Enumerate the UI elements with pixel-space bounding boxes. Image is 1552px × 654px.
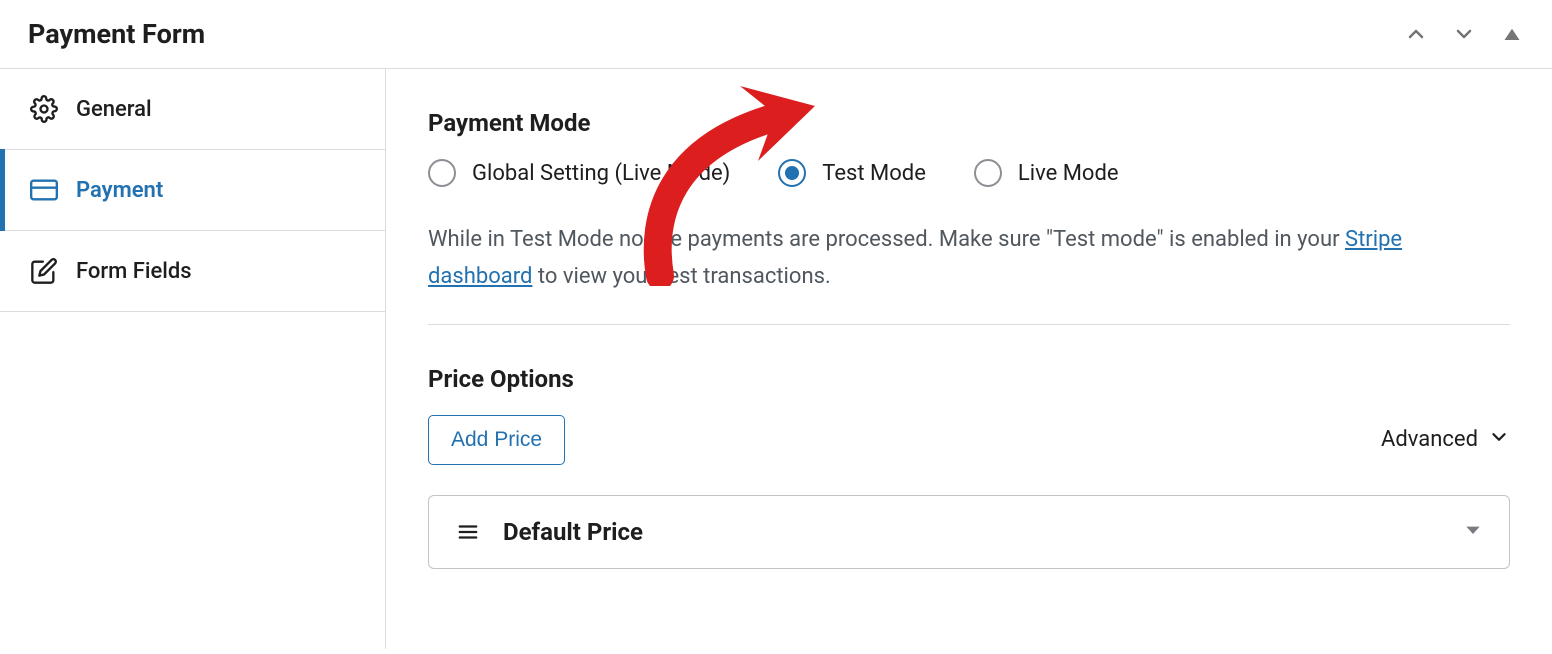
price-options-header-row: Add Price Advanced [428,415,1510,465]
sidebar-item-label: General [76,97,152,122]
payment-mode-radios: Global Setting (Live Mode) Test Mode Liv… [428,159,1510,187]
main-content: Payment Mode Global Setting (Live Mode) … [386,69,1552,649]
panel-header: Payment Form [0,0,1552,69]
panel-actions [1404,22,1524,46]
radio-label: Live Mode [1018,161,1119,186]
divider [428,324,1510,325]
price-options-title: Price Options [428,365,1510,393]
price-item-label: Default Price [503,518,1441,546]
edit-icon [30,257,58,285]
sidebar-item-form-fields[interactable]: Form Fields [0,231,385,312]
panel-move-up-icon[interactable] [1404,22,1428,46]
sidebar-item-label: Payment [76,178,163,203]
payment-mode-helper: While in Test Mode no live payments are … [428,221,1510,296]
drag-handle-icon[interactable] [457,521,479,543]
radio-icon [974,159,1002,187]
radio-icon [778,159,806,187]
advanced-toggle[interactable]: Advanced [1381,426,1510,454]
chevron-down-icon [1488,426,1510,454]
radio-label: Global Setting (Live Mode) [472,161,730,186]
sidebar: General Payment Form Fields [0,69,386,649]
panel-collapse-icon[interactable] [1500,22,1524,46]
helper-text-after: to view your test transactions. [532,264,830,289]
panel-title: Payment Form [28,18,205,50]
add-price-button[interactable]: Add Price [428,415,565,465]
sidebar-item-label: Form Fields [76,259,192,284]
sidebar-item-payment[interactable]: Payment [0,150,385,231]
radio-test-mode[interactable]: Test Mode [778,159,926,187]
radio-icon [428,159,456,187]
helper-text-before: While in Test Mode no live payments are … [428,227,1345,252]
radio-global-setting[interactable]: Global Setting (Live Mode) [428,159,730,187]
gear-icon [30,95,58,123]
caret-down-icon [1465,522,1481,542]
price-item-default[interactable]: Default Price [428,495,1510,569]
radio-live-mode[interactable]: Live Mode [974,159,1119,187]
advanced-label: Advanced [1381,427,1478,452]
sidebar-item-general[interactable]: General [0,69,385,150]
radio-label: Test Mode [822,161,926,186]
card-icon [30,176,58,204]
payment-mode-title: Payment Mode [428,109,1510,137]
panel-move-down-icon[interactable] [1452,22,1476,46]
